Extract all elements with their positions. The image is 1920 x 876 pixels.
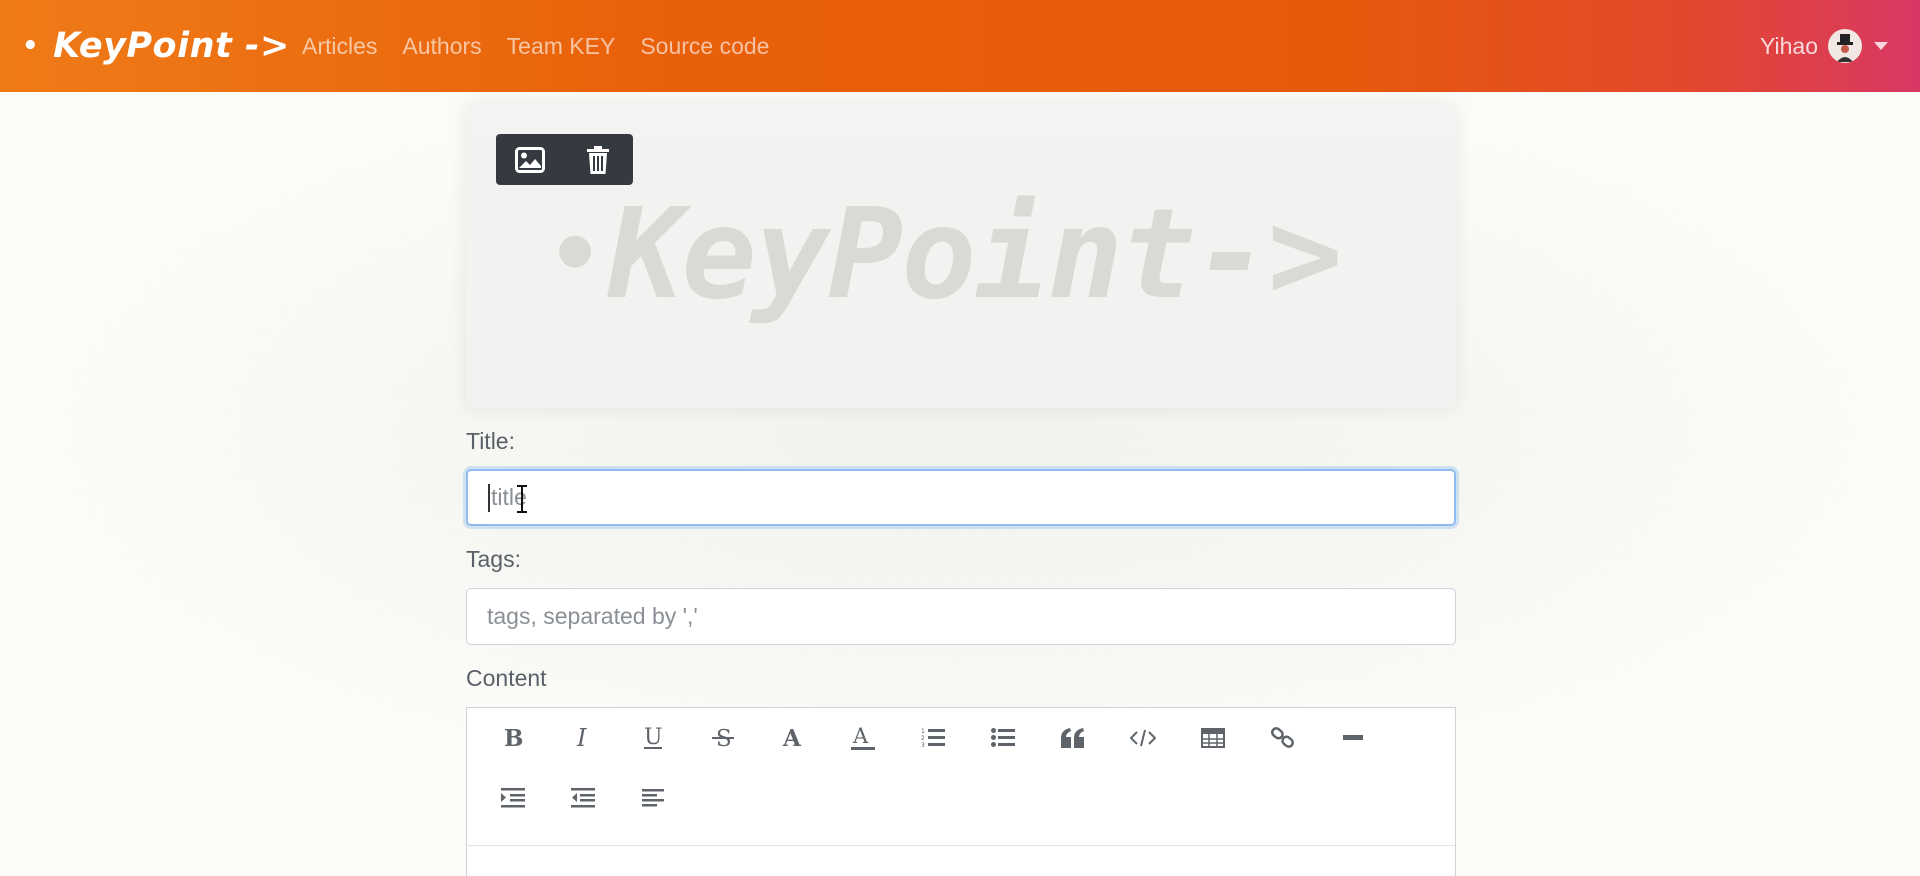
strikethrough-button[interactable]: S [703, 718, 743, 758]
svg-text:A: A [852, 724, 869, 748]
tags-placeholder: tags, separated by ',' [487, 603, 698, 629]
horizontal-rule-icon [1343, 735, 1363, 740]
text-cursor [488, 483, 490, 512]
nav-link-team-key[interactable]: Team KEY [507, 33, 616, 60]
font-color-icon: A [782, 725, 802, 751]
brand-logo[interactable]: • KeyPoint -> [22, 20, 290, 72]
align-left-icon [642, 789, 664, 807]
italic-button[interactable]: I [563, 718, 603, 758]
tags-label: Tags: [466, 546, 521, 572]
code-icon [1130, 729, 1156, 747]
unordered-list-icon [991, 728, 1015, 747]
title-input[interactable]: title [466, 469, 1456, 526]
delete-image-button[interactable] [564, 134, 632, 185]
user-menu[interactable]: Yihao [1760, 0, 1888, 92]
top-navbar: • KeyPoint -> Articles Authors Team KEY … [0, 0, 1920, 92]
table-button[interactable] [1193, 718, 1233, 758]
quote-button[interactable] [1053, 718, 1093, 758]
indent-button[interactable] [493, 778, 533, 818]
code-button[interactable] [1123, 718, 1163, 758]
underline-button[interactable]: U [633, 718, 673, 758]
strikethrough-icon: S [712, 726, 734, 751]
ibeam-cursor-icon [516, 484, 527, 513]
link-icon [1271, 727, 1295, 748]
indent-icon [501, 788, 525, 808]
font-color-button[interactable]: A [773, 718, 813, 758]
cover-logo: • KeyPoint-> [548, 181, 1368, 327]
nav-links: Articles Authors Team KEY Source code [302, 0, 794, 92]
title-label: Title: [466, 428, 515, 454]
svg-text:U: U [644, 725, 663, 750]
underline-icon: U [644, 725, 663, 750]
avatar-icon [1829, 30, 1861, 62]
upload-image-button[interactable] [496, 134, 564, 185]
bold-icon: B [504, 726, 523, 750]
outdent-button[interactable] [563, 778, 603, 818]
background-color-button[interactable]: A [843, 718, 883, 758]
tags-input[interactable]: tags, separated by ',' [466, 588, 1456, 645]
cover-image-area[interactable]: • KeyPoint-> [466, 104, 1456, 408]
content-label: Content [466, 665, 547, 691]
link-button[interactable] [1263, 718, 1303, 758]
outdent-icon [571, 788, 595, 808]
unordered-list-button[interactable] [983, 718, 1023, 758]
cover-logo-dot: • [548, 201, 602, 307]
horizontal-rule-button[interactable] [1333, 718, 1373, 758]
brand-text: KeyPoint -> [53, 26, 290, 66]
ordered-list-icon: 1 2 3 [921, 728, 945, 749]
nav-link-articles[interactable]: Articles [302, 33, 377, 60]
cover-toolbar [496, 134, 633, 185]
svg-text:1: 1 [921, 728, 925, 735]
trash-icon [587, 145, 609, 174]
chevron-down-icon [1874, 42, 1888, 50]
nav-link-authors[interactable]: Authors [402, 33, 481, 60]
table-icon [1201, 728, 1225, 748]
quote-icon [1061, 728, 1084, 748]
svg-text:2: 2 [921, 735, 925, 742]
image-icon [515, 146, 545, 173]
editor-toolbar: B I U S A A 1 2 3 [467, 708, 1455, 846]
italic-icon: I [576, 726, 587, 750]
avatar [1828, 29, 1862, 63]
nav-link-source-code[interactable]: Source code [640, 33, 769, 60]
user-name: Yihao [1760, 32, 1818, 59]
ordered-list-button[interactable]: 1 2 3 [913, 718, 953, 758]
bold-button[interactable]: B [493, 718, 533, 758]
cover-logo-text: KeyPoint-> [608, 181, 1343, 327]
svg-text:B: B [504, 726, 523, 750]
align-left-button[interactable] [633, 778, 673, 818]
svg-text:3: 3 [921, 742, 925, 749]
content-editor[interactable]: B I U S A A 1 2 3 [466, 707, 1456, 876]
brand-dot: • [22, 31, 40, 61]
svg-text:I: I [576, 726, 587, 750]
background-color-icon: A [851, 724, 875, 750]
svg-text:A: A [782, 725, 802, 751]
